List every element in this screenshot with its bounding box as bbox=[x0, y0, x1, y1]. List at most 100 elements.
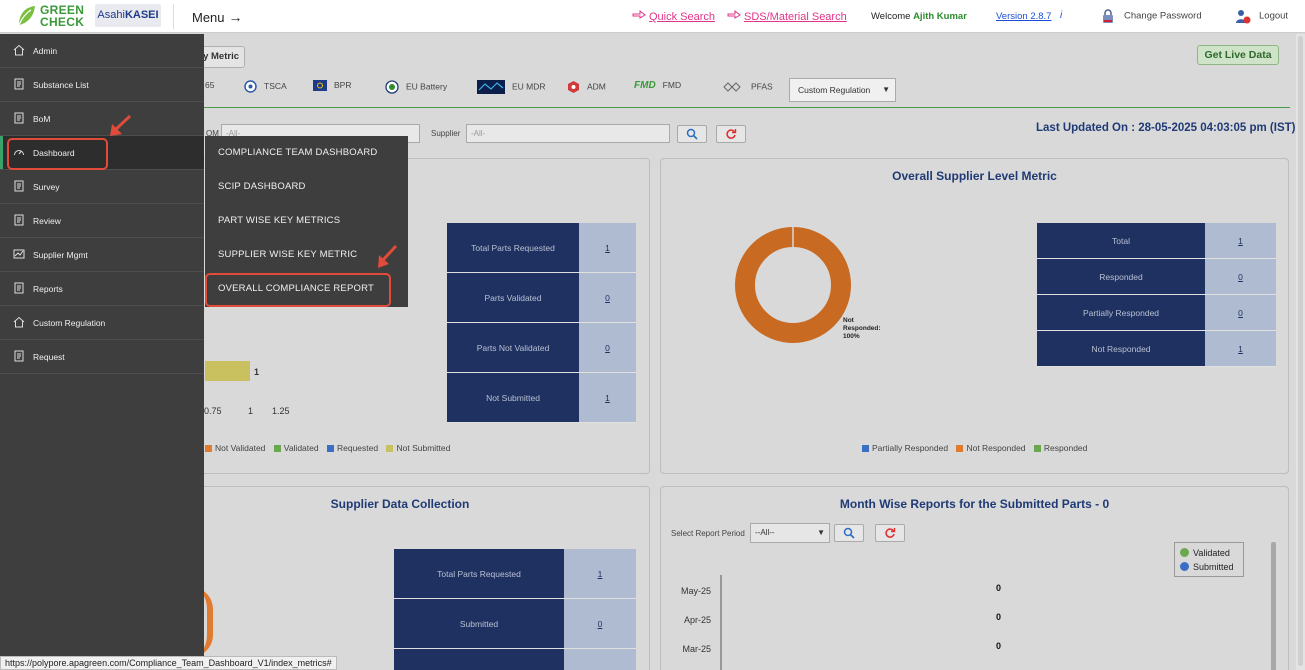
period-search-button[interactable] bbox=[834, 524, 864, 542]
prop65-label: 65 bbox=[205, 80, 215, 90]
leaf-icon bbox=[18, 6, 35, 26]
legend-item[interactable]: Submitted bbox=[1180, 560, 1238, 574]
sidebar-item-custom-regulation[interactable]: Custom Regulation bbox=[0, 306, 204, 340]
scrollbar-thumb[interactable] bbox=[1298, 36, 1303, 666]
row-value-link[interactable]: 0 bbox=[1205, 295, 1276, 331]
sidebar-item-request[interactable]: Request bbox=[0, 340, 204, 374]
reg-pfas[interactable]: PFAS bbox=[722, 80, 773, 94]
not-responded-slice[interactable] bbox=[735, 227, 851, 343]
pointing-hand-icon bbox=[727, 9, 741, 19]
chart-icon bbox=[13, 248, 25, 260]
custom-regulation-value: Custom Regulation bbox=[798, 85, 871, 95]
reg-fmd[interactable]: FMD FMD bbox=[634, 80, 681, 91]
month-reports-title: Month Wise Reports for the Submitted Par… bbox=[839, 497, 1110, 511]
row-value-link[interactable]: 1 bbox=[1205, 223, 1276, 259]
reg-eu-battery[interactable]: EU Battery bbox=[385, 80, 447, 94]
fmd-icon: FMD bbox=[634, 80, 656, 91]
legend-label: Partially Responded bbox=[872, 443, 949, 453]
legend-item[interactable]: Not Validated bbox=[205, 443, 265, 453]
logout-button[interactable]: Logout bbox=[1235, 8, 1288, 24]
bar-value-label: 0 bbox=[996, 583, 1001, 593]
legend-item[interactable]: Validated bbox=[273, 443, 319, 453]
legend-swatch bbox=[205, 445, 212, 453]
donut-label-line1: Not bbox=[843, 317, 854, 324]
legend-item[interactable]: Not Submitted bbox=[386, 443, 450, 453]
change-password-button[interactable]: Change Password bbox=[1100, 8, 1202, 24]
reg-eu-mdr[interactable]: EU MDR bbox=[477, 80, 546, 94]
submenu-item-part-wise-key-metrics[interactable]: PART WISE KEY METRICS bbox=[205, 204, 408, 238]
row-value-link[interactable]: 0 bbox=[564, 599, 636, 649]
sidebar-item-supplier-mgmt[interactable]: Supplier Mgmt bbox=[0, 238, 204, 272]
reg-bpr[interactable]: BPR bbox=[313, 80, 351, 92]
sidebar-item-label: Request bbox=[33, 352, 65, 362]
legend-item[interactable]: Responded bbox=[1033, 443, 1087, 453]
sidebar-item-reports[interactable]: Reports bbox=[0, 272, 204, 306]
header-divider bbox=[173, 4, 174, 29]
sidebar-item-substance-list[interactable]: Substance List bbox=[0, 68, 204, 102]
row-value-link[interactable]: 1 bbox=[579, 373, 636, 423]
search-button[interactable] bbox=[677, 125, 707, 143]
tsca-label: TSCA bbox=[264, 80, 287, 91]
document-icon bbox=[13, 350, 25, 362]
sidebar-item-survey[interactable]: Survey bbox=[0, 170, 204, 204]
report-period-value: --All-- bbox=[755, 528, 775, 537]
document-icon bbox=[13, 112, 25, 124]
sidebar-item-admin[interactable]: Admin bbox=[0, 34, 204, 68]
legend-item[interactable]: Partially Responded bbox=[862, 443, 948, 453]
page-scrollbar[interactable] bbox=[1296, 34, 1305, 670]
legend-swatch bbox=[862, 445, 869, 453]
bar-value-label: 0 bbox=[996, 612, 1001, 622]
green-check-logo[interactable]: GREEN CHECK bbox=[16, 3, 86, 29]
legend-dot bbox=[1180, 562, 1189, 571]
legend-swatch bbox=[326, 445, 334, 453]
legend-item[interactable]: Not Responded bbox=[956, 443, 1026, 453]
row-value-link[interactable]: 0 bbox=[1205, 259, 1276, 295]
quick-search-link[interactable]: Quick Search bbox=[632, 9, 715, 23]
custom-regulation-select[interactable]: Custom Regulation ▼ bbox=[789, 78, 896, 102]
period-reset-button[interactable] bbox=[875, 524, 905, 542]
get-live-data-button[interactable]: Get Live Data bbox=[1197, 45, 1279, 65]
row-value-link[interactable] bbox=[564, 649, 636, 670]
menu-button[interactable]: Menu → bbox=[192, 9, 243, 25]
row-label: Total Parts Requested bbox=[447, 223, 579, 273]
submenu-item-compliance-team-dashboard[interactable]: COMPLIANCE TEAM DASHBOARD bbox=[205, 136, 408, 170]
y-tick-label: May-25 bbox=[681, 586, 711, 596]
report-period-select[interactable]: --All-- ▼ bbox=[750, 523, 830, 543]
chart-scrollbar[interactable] bbox=[1271, 542, 1276, 670]
reg-tsca[interactable]: TSCA bbox=[244, 80, 287, 93]
submenu-item-scip-dashboard[interactable]: SCIP DASHBOARD bbox=[205, 170, 408, 204]
pointing-hand-icon bbox=[632, 9, 646, 19]
row-value-link[interactable]: 1 bbox=[1205, 331, 1276, 367]
not-submitted-bar bbox=[205, 361, 250, 381]
sidebar-item-bom[interactable]: BoM bbox=[0, 102, 204, 136]
row-value-link[interactable]: 0 bbox=[579, 323, 636, 373]
status-bar-url: https://polypore.apagreen.com/Compliance… bbox=[0, 656, 337, 670]
row-value-link[interactable]: 1 bbox=[579, 223, 636, 273]
info-icon[interactable]: i bbox=[1060, 10, 1062, 21]
supplier-filter-input[interactable]: -All- bbox=[466, 124, 670, 143]
row-label: Total bbox=[1037, 223, 1205, 259]
eu-mdr-icon bbox=[477, 80, 505, 94]
row-label: Parts Not Validated bbox=[447, 323, 579, 373]
reg-adm[interactable]: ADM bbox=[567, 80, 606, 94]
legend-item[interactable]: Requested bbox=[326, 443, 378, 453]
supplier-collection-panel: Supplier Data Collection Total Parts Req… bbox=[190, 486, 650, 670]
legend-dot bbox=[1180, 548, 1189, 557]
sidebar-item-review[interactable]: Review bbox=[0, 204, 204, 238]
row-value-link[interactable]: 1 bbox=[564, 549, 636, 599]
sidebar-item-label: BoM bbox=[33, 114, 51, 124]
reg-prop65[interactable]: 65 bbox=[205, 80, 214, 90]
sds-material-search-link[interactable]: SDS/Material Search bbox=[727, 9, 847, 23]
asahi-kasei-logo: AsahiKASEI bbox=[95, 4, 161, 27]
section-divider bbox=[200, 107, 1290, 108]
eu-mdr-label: EU MDR bbox=[512, 81, 546, 92]
logo-text-line2: CHECK bbox=[40, 15, 85, 29]
version-link[interactable]: Version 2.8.7 bbox=[996, 11, 1051, 22]
legend-item[interactable]: Validated bbox=[1180, 546, 1238, 560]
arrow-right-icon: → bbox=[228, 9, 243, 25]
donut-label-line3: 100% bbox=[843, 333, 860, 340]
row-value-link[interactable]: 0 bbox=[579, 273, 636, 323]
logout-label: Logout bbox=[1259, 10, 1289, 22]
reset-button[interactable] bbox=[716, 125, 746, 143]
last-updated-text: Last Updated On : 28-05-2025 04:03:05 pm… bbox=[1036, 122, 1296, 134]
